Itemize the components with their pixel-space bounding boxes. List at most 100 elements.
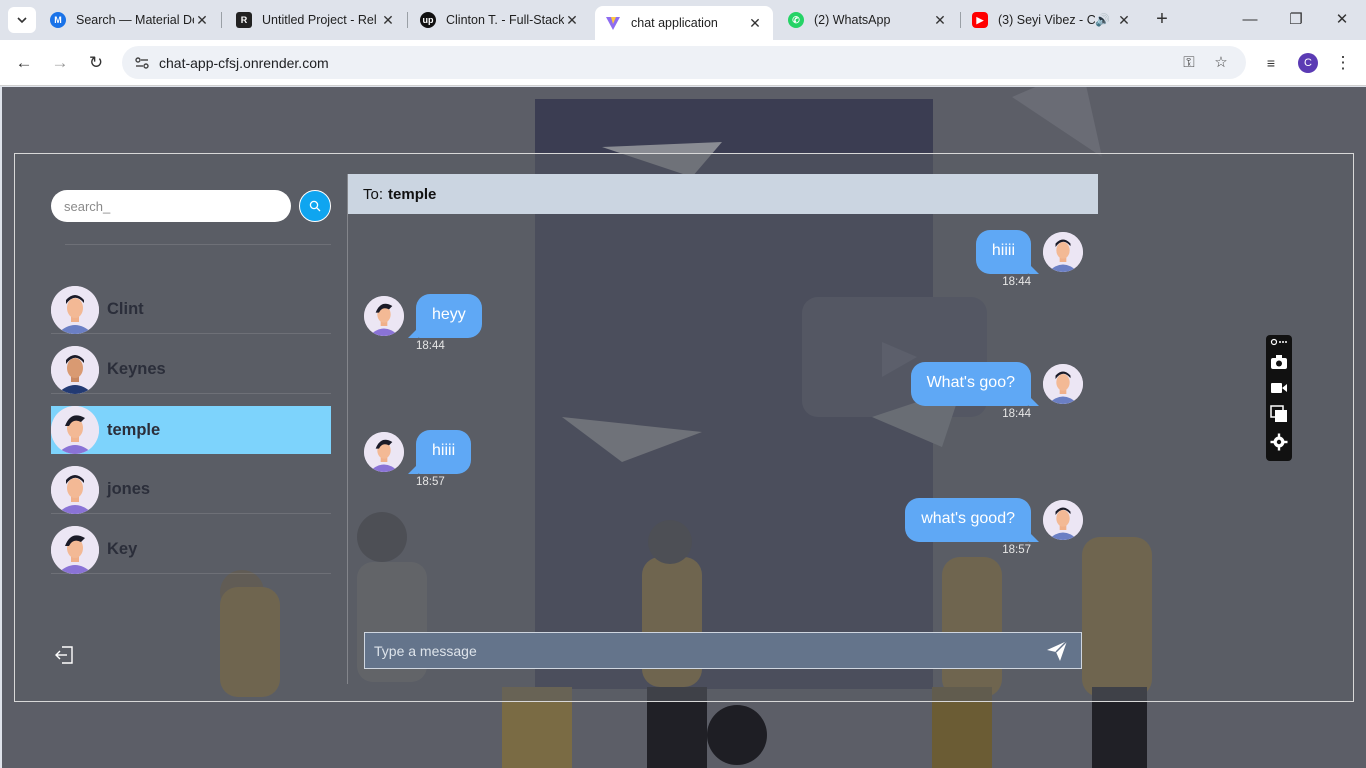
page-viewport: Clint Keynes temple jones Key: [2, 87, 1366, 768]
message-time: 18:44: [416, 340, 445, 352]
chevron-down-icon: [17, 17, 27, 24]
message-time: 18:57: [1002, 544, 1031, 556]
close-icon[interactable]: ✕: [194, 12, 210, 29]
avatar: [1043, 232, 1083, 272]
tab-youtube[interactable]: ▶ (3) Seyi Vibez - C 🔊 ✕: [962, 6, 1142, 34]
search-button[interactable]: [299, 190, 331, 222]
message-time: 18:44: [1002, 276, 1031, 288]
capture-toolbar: [1266, 335, 1292, 461]
contact-name: temple: [107, 420, 161, 439]
video-icon[interactable]: [1270, 379, 1288, 397]
back-arrow-icon[interactable]: ←: [11, 50, 37, 76]
gear-icon[interactable]: [1270, 433, 1288, 451]
message-sent: hiiii 18:44: [975, 230, 1083, 288]
tab-separator: [407, 12, 408, 28]
recipient-name: temple: [388, 185, 437, 203]
avatar: [364, 296, 404, 336]
site-info-icon[interactable]: [134, 55, 150, 71]
reload-icon[interactable]: ↻: [83, 50, 109, 76]
avatar: [1043, 500, 1083, 540]
message-time: 18:57: [416, 476, 445, 488]
tab-search-button[interactable]: [8, 7, 36, 33]
profile-avatar[interactable]: C: [1298, 53, 1318, 73]
contact-item[interactable]: jones: [51, 465, 331, 514]
message-composer: [364, 632, 1082, 669]
speaker-icon[interactable]: 🔊: [1095, 13, 1110, 27]
message-sent: What's goo? 18:44: [910, 362, 1083, 420]
address-bar[interactable]: chat-app-cfsj.onrender.com ⚿ ☆: [122, 46, 1246, 79]
restore-icon[interactable]: ❐: [1284, 8, 1308, 32]
message-bubble: hiiii: [407, 430, 472, 474]
menu-kebab-icon[interactable]: ⋮: [1330, 50, 1356, 76]
link-icon[interactable]: [1270, 337, 1288, 347]
camera-icon[interactable]: [1270, 353, 1288, 371]
message-sent: what's good? 18:57: [905, 498, 1083, 556]
window-close-icon[interactable]: ✕: [1330, 8, 1354, 32]
avatar: [51, 285, 99, 334]
message-input[interactable]: [365, 633, 1035, 668]
avatar: [51, 406, 99, 454]
logout-icon[interactable]: [53, 644, 75, 666]
tab-title: Clinton T. - Full-Stack: [446, 13, 564, 27]
key-icon[interactable]: ⚿: [1180, 54, 1198, 72]
message-bubble: heyy: [408, 294, 482, 338]
message-received: heyy 18:44: [364, 294, 482, 352]
message-bubble: what's good?: [905, 498, 1039, 542]
sidebar-divider: [65, 244, 331, 245]
vite-icon: [605, 15, 621, 31]
contact-name: jones: [107, 480, 151, 498]
browser-toolbar: ← → ↻ chat-app-cfsj.onrender.com ⚿ ☆ ≡ C…: [0, 40, 1366, 86]
tab-strip: M Search — Material De ✕ R Untitled Proj…: [0, 0, 1366, 40]
tab-material[interactable]: M Search — Material De ✕: [40, 6, 220, 34]
contact-item[interactable]: Clint: [51, 285, 331, 334]
url-text: chat-app-cfsj.onrender.com: [159, 55, 329, 71]
star-icon[interactable]: ☆: [1212, 54, 1230, 72]
minimize-icon[interactable]: —: [1238, 8, 1262, 32]
contact-item[interactable]: Keynes: [51, 345, 331, 394]
panel-divider: [347, 174, 348, 684]
close-icon[interactable]: ✕: [932, 12, 948, 29]
upwork-icon: up: [420, 12, 436, 28]
send-icon[interactable]: [1045, 639, 1069, 663]
tab-whatsapp[interactable]: ✆ (2) WhatsApp ✕: [778, 6, 958, 34]
chat-header: To: temple: [348, 174, 1098, 214]
contact-name: Keynes: [107, 360, 166, 378]
tab-relume[interactable]: R Untitled Project - Rel ✕: [226, 6, 406, 34]
material-icon: M: [50, 12, 66, 28]
avatar: [51, 525, 99, 574]
close-icon[interactable]: ✕: [564, 12, 580, 29]
contact-name: Key: [107, 540, 138, 558]
message-bubble: hiiii: [975, 230, 1040, 274]
to-label: To:: [363, 185, 384, 203]
new-tab-button[interactable]: +: [1150, 8, 1174, 32]
forward-arrow-icon[interactable]: →: [47, 50, 73, 76]
contact-name: Clint: [107, 300, 144, 318]
windows-icon[interactable]: [1270, 405, 1288, 423]
avatar: [1043, 364, 1083, 404]
chat-window: Clint Keynes temple jones Key: [14, 153, 1354, 702]
tab-title: (3) Seyi Vibez - C: [998, 13, 1096, 27]
avatar: [364, 432, 404, 472]
message-received: hiiii 18:57: [364, 430, 472, 488]
close-icon[interactable]: ✕: [1116, 12, 1132, 29]
tab-title: Search — Material De: [76, 13, 194, 27]
tab-separator: [960, 12, 961, 28]
search-input[interactable]: [51, 190, 291, 222]
message-bubble: What's goo?: [910, 362, 1040, 406]
youtube-icon: ▶: [972, 12, 988, 28]
close-icon[interactable]: ✕: [747, 15, 763, 32]
media-control-icon[interactable]: ≡: [1258, 50, 1284, 76]
avatar: [51, 465, 99, 514]
tab-upwork[interactable]: up Clinton T. - Full-Stack ✕: [410, 6, 590, 34]
close-icon[interactable]: ✕: [380, 12, 396, 29]
tab-title: (2) WhatsApp: [814, 13, 891, 27]
contact-item-selected[interactable]: temple: [51, 406, 331, 454]
search-icon: [309, 200, 321, 212]
avatar: [51, 345, 99, 394]
message-time: 18:44: [1002, 408, 1031, 420]
whatsapp-icon: ✆: [788, 12, 804, 28]
tab-separator: [221, 12, 222, 28]
tab-chat-application[interactable]: chat application ✕: [595, 6, 773, 40]
contact-item[interactable]: Key: [51, 525, 331, 574]
tab-title: Untitled Project - Rel: [262, 13, 377, 27]
